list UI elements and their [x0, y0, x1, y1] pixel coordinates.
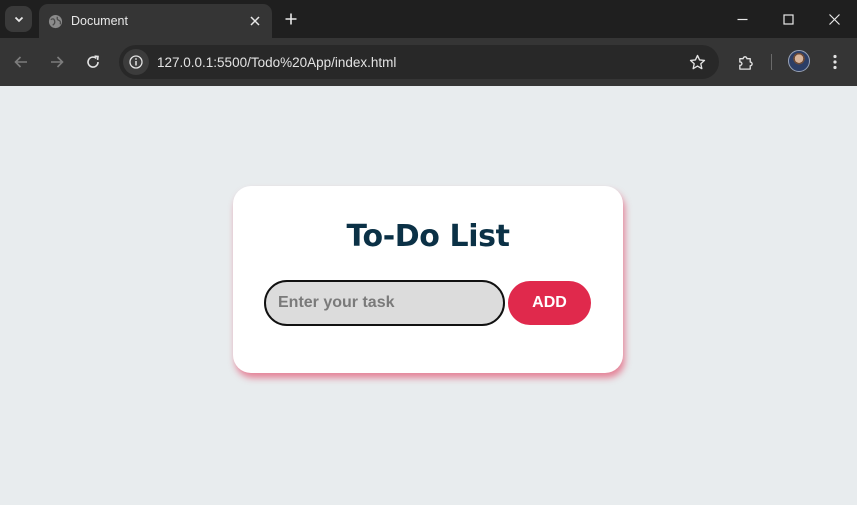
new-tab-button[interactable]	[280, 8, 302, 30]
close-icon	[828, 13, 840, 25]
tab-title: Document	[71, 14, 128, 28]
add-button[interactable]: ADD	[508, 281, 591, 325]
toolbar-divider	[771, 54, 772, 70]
page-viewport: To-Do List ADD	[0, 86, 857, 505]
info-icon	[129, 55, 143, 69]
browser-toolbar: 127.0.0.1:5500/Todo%20App/index.html	[0, 38, 857, 86]
url-text[interactable]: 127.0.0.1:5500/Todo%20App/index.html	[157, 55, 683, 70]
browser-tab[interactable]: Document	[39, 4, 272, 38]
maximize-button[interactable]	[765, 0, 811, 38]
tab-close-button[interactable]	[244, 10, 266, 32]
site-info-button[interactable]	[123, 49, 149, 75]
todo-card: To-Do List ADD	[233, 186, 623, 373]
tab-search-button[interactable]	[5, 6, 32, 32]
chevron-down-icon	[14, 16, 23, 23]
task-input[interactable]	[264, 280, 505, 326]
reload-button[interactable]	[79, 48, 107, 76]
address-bar[interactable]: 127.0.0.1:5500/Todo%20App/index.html	[119, 45, 719, 79]
plus-icon	[285, 13, 297, 25]
globe-icon	[48, 14, 63, 29]
avatar[interactable]	[788, 50, 810, 72]
star-icon	[689, 54, 705, 69]
kebab-icon	[833, 54, 837, 70]
minimize-icon	[737, 18, 747, 20]
close-icon	[250, 16, 260, 26]
arrow-left-icon	[14, 56, 27, 68]
arrow-right-icon	[51, 56, 64, 68]
browser-tabstrip: Document	[0, 0, 857, 38]
back-button[interactable]	[7, 48, 35, 76]
extensions-button[interactable]	[731, 48, 759, 76]
reload-icon	[87, 55, 99, 68]
page-title: To-Do List	[346, 219, 510, 254]
maximize-icon	[782, 13, 794, 25]
window-close-button[interactable]	[811, 0, 857, 38]
menu-button[interactable]	[821, 48, 849, 76]
bookmark-button[interactable]	[683, 48, 711, 76]
puzzle-icon	[738, 55, 753, 70]
minimize-button[interactable]	[719, 0, 765, 38]
forward-button[interactable]	[43, 48, 71, 76]
